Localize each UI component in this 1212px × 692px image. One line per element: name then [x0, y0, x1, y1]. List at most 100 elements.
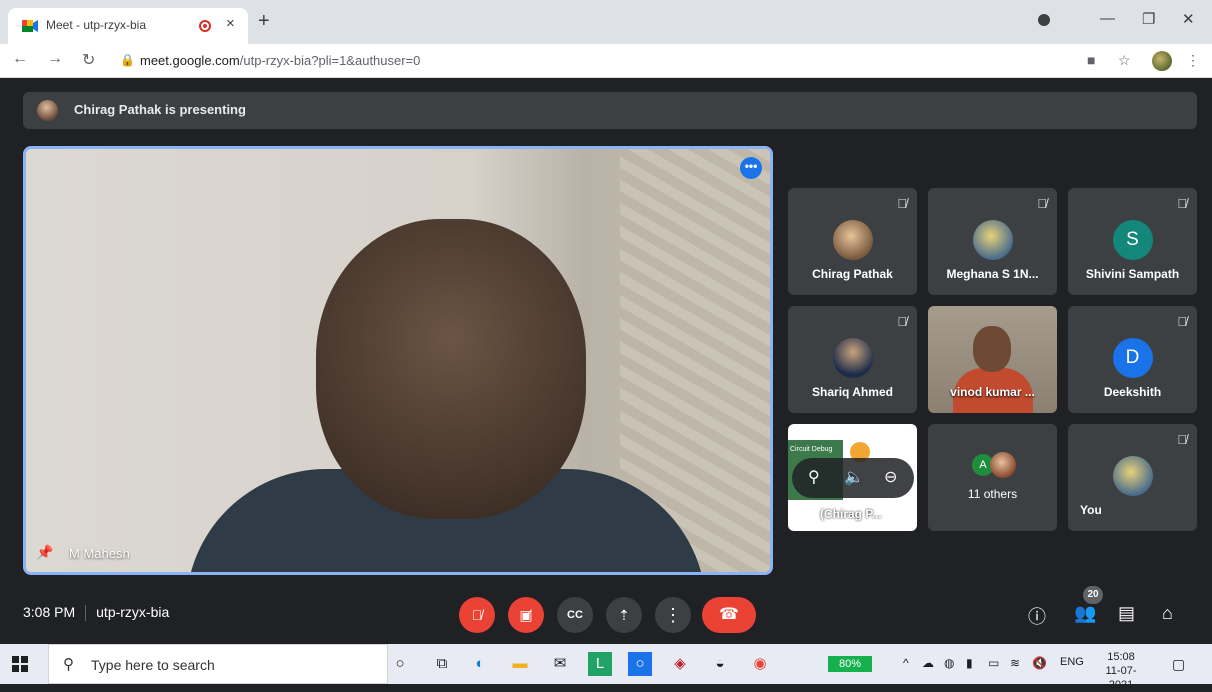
clock-date: 11-07-2021 — [1105, 665, 1137, 691]
profile-avatar[interactable] — [1152, 51, 1172, 71]
participant-name: Shivini Sampath — [1085, 267, 1180, 281]
participant-name: 11 others — [967, 487, 1018, 501]
file-explorer-icon[interactable]: ▬ — [508, 652, 532, 676]
clock-time: 15:08 — [1107, 651, 1135, 663]
tile-hover-controls: ⚲ 🔈 ⊖ — [792, 458, 914, 498]
restore-button[interactable]: ❐ — [1142, 10, 1155, 28]
participant-tile[interactable]: 🎙̸ D Deekshith — [1068, 306, 1197, 413]
remove-icon[interactable]: ⊖ — [884, 467, 897, 487]
participant-tile[interactable]: 🎙̸ S Shivini Sampath — [1068, 188, 1197, 295]
tab-search-icon[interactable] — [1038, 14, 1050, 26]
edge-icon[interactable]: ◐ — [468, 652, 492, 676]
present-now-button[interactable]: ⇡ — [606, 597, 642, 633]
minimize-button[interactable]: — — [1100, 10, 1115, 27]
video-person-head — [316, 219, 586, 519]
mic-toggle-button[interactable]: 🎙̸ — [459, 597, 495, 633]
meet-logo-icon — [22, 20, 38, 32]
address-bar[interactable]: 🔒 meet.google.com/utp-rzyx-bia?pli=1&aut… — [110, 49, 470, 73]
more-options-button[interactable]: ⋮ — [655, 597, 691, 633]
search-placeholder: Type here to search — [91, 657, 215, 673]
app-l-icon[interactable]: L — [588, 652, 612, 676]
avatar — [832, 220, 873, 260]
meeting-code: utp-rzyx-bia — [96, 604, 170, 620]
participant-tile[interactable]: 🎙̸ Chirag Pathak — [788, 188, 917, 295]
participant-name: Shariq Ahmed — [812, 385, 893, 399]
browser-tab[interactable]: Meet - utp-rzyx-bia × — [8, 8, 248, 44]
reload-button[interactable]: ↻ — [82, 50, 95, 70]
battery-icon[interactable]: ▭ — [988, 656, 999, 670]
mcafee-icon[interactable]: ◈ — [668, 652, 692, 676]
participant-name: Deekshith — [1103, 385, 1162, 399]
language-indicator[interactable]: ENG — [1060, 656, 1084, 668]
taskbar-search-box[interactable]: ⚲ Type here to search — [48, 644, 388, 684]
mic-off-icon: 🎙̸ — [897, 314, 907, 329]
participant-tile[interactable]: 🎙̸ Shariq Ahmed — [788, 306, 917, 413]
pin-icon[interactable]: ⚲ — [808, 467, 820, 487]
leave-call-button[interactable]: ☎ — [702, 597, 756, 633]
recording-indicator-icon — [199, 20, 211, 32]
participant-name: vinod kumar ... — [950, 385, 1035, 399]
show-hidden-icons-icon[interactable]: ^ — [903, 656, 909, 670]
meeting-info: 3:08 PM utp-rzyx-bia — [23, 604, 170, 622]
mail-icon[interactable]: ✉ — [548, 652, 572, 676]
lock-icon: 🔒 — [120, 53, 135, 67]
captions-button[interactable]: CC — [557, 597, 593, 633]
avatar — [832, 338, 873, 378]
avatar: S — [1112, 220, 1153, 260]
network-icon[interactable]: ≋ — [1010, 656, 1020, 670]
url-path: /utp-rzyx-bia?pli=1&authuser=0 — [239, 53, 421, 68]
participant-name: You — [1080, 503, 1102, 517]
presenter-avatar — [37, 100, 58, 121]
present-screen-icon — [796, 500, 814, 512]
back-button[interactable]: ← — [12, 50, 28, 68]
mic-off-icon: 🎙̸ — [897, 196, 907, 211]
participant-tile[interactable]: 🎙̸ Meghana S 1N... — [928, 188, 1057, 295]
activities-icon[interactable]: ⌂ — [1162, 603, 1173, 624]
meeting-details-icon[interactable]: ⓘ — [1028, 603, 1046, 629]
presentation-tile[interactable]: Circuit Debug ⚲ 🔈 ⊖ (Chirag P... — [788, 424, 917, 531]
windows-taskbar: ⚲ Type here to search ○ ⧉ ◐ ▬ ✉ L ○ ◈ ◒ … — [0, 644, 1212, 691]
people-icon[interactable]: 👥 — [1074, 603, 1096, 624]
pin-icon: 📌 — [36, 544, 54, 560]
volume-muted-icon[interactable]: 🔇 — [1032, 656, 1047, 670]
cortana-icon[interactable]: ○ — [388, 652, 412, 676]
tab-close-button[interactable]: × — [226, 15, 235, 32]
mic-off-icon: 🎙̸ — [1177, 432, 1187, 447]
volume-icon[interactable]: 🔈 — [844, 467, 864, 487]
new-tab-button[interactable]: + — [258, 10, 270, 33]
participant-video-tile[interactable]: vinod kumar ... — [928, 306, 1057, 413]
wifi-icon[interactable]: ◍ — [944, 656, 954, 670]
meeting-time: 3:08 PM — [23, 604, 76, 620]
avatar — [972, 220, 1013, 260]
microphone-icon[interactable]: ▮ — [966, 656, 973, 670]
forward-button[interactable]: → — [47, 50, 63, 68]
main-video-tile[interactable]: ••• 📌 M Mahesh — [23, 146, 773, 575]
onedrive-icon[interactable]: ☁ — [922, 656, 934, 670]
windows-start-icon[interactable] — [12, 656, 28, 672]
battery-indicator[interactable]: 80% — [828, 656, 872, 672]
presenting-text: Chirag Pathak is presenting — [74, 102, 246, 117]
more-options-icon[interactable]: ••• — [740, 157, 762, 179]
camera-toggle-button[interactable]: ▣̸ — [508, 597, 544, 633]
url-domain: meet.google.com — [140, 53, 240, 68]
app-icon[interactable]: ◒ — [708, 652, 732, 676]
close-window-button[interactable]: ✕ — [1182, 10, 1195, 28]
outlook-icon[interactable]: ○ — [628, 652, 652, 676]
notifications-icon[interactable]: ▢ — [1172, 656, 1185, 673]
browser-menu-icon[interactable]: ⋮ — [1186, 52, 1200, 69]
avatar — [1112, 456, 1153, 496]
chat-icon[interactable]: ▤ — [1118, 603, 1135, 624]
chrome-icon[interactable]: ◉ — [748, 652, 772, 676]
mic-off-icon: 🎙̸ — [1177, 314, 1187, 329]
presenting-banner[interactable]: Chirag Pathak is presenting — [23, 92, 1197, 129]
bookmark-star-icon[interactable]: ☆ — [1118, 52, 1131, 69]
participant-name: (Chirag P... — [820, 507, 882, 521]
url-text: meet.google.com/utp-rzyx-bia?pli=1&authu… — [140, 53, 420, 68]
avatar: D — [1112, 338, 1153, 378]
others-tile[interactable]: A 11 others — [928, 424, 1057, 531]
task-view-icon[interactable]: ⧉ — [430, 652, 454, 676]
system-clock[interactable]: 15:08 11-07-2021 — [1096, 650, 1146, 692]
divider — [85, 605, 87, 622]
self-tile[interactable]: 🎙̸ You — [1068, 424, 1197, 531]
camera-icon[interactable]: ■ — [1087, 52, 1095, 68]
